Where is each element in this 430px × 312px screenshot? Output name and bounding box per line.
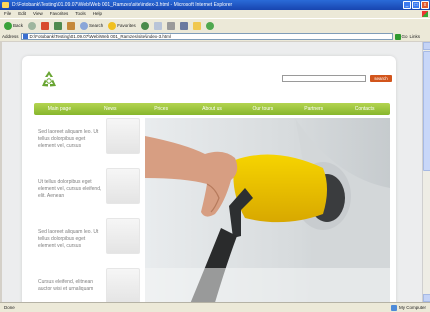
address-label: Address — [2, 34, 19, 39]
go-button[interactable]: Go — [394, 33, 408, 40]
edit-button[interactable] — [179, 21, 189, 31]
address-field[interactable]: D:\Fotobank\Testing\01.09.07\Web\Web 001… — [20, 33, 393, 40]
news-text: Sed laoreet aliquam leo. Ut tellus dolor… — [38, 129, 99, 149]
go-label: Go — [401, 34, 408, 39]
minimize-button[interactable]: _ — [403, 1, 411, 9]
hero-image-fuel-nozzle — [145, 118, 390, 302]
menu-tools[interactable]: Tools — [75, 10, 86, 18]
window-title-bar: D:\Fotobank\Testing\01.09.07\Web\Web 001… — [0, 0, 430, 10]
links-label[interactable]: Links — [410, 34, 421, 39]
close-button[interactable]: x — [421, 1, 429, 9]
menu-edit[interactable]: Edit — [18, 10, 26, 18]
nav-contacts[interactable]: Contacts — [339, 103, 390, 115]
news-thumbnail[interactable] — [106, 168, 140, 204]
news-thumbnail[interactable] — [106, 218, 140, 254]
windows-logo-icon — [422, 11, 428, 17]
edit-page-icon — [179, 21, 188, 30]
stop-button[interactable] — [40, 21, 50, 31]
messenger-icon — [205, 21, 214, 30]
nav-prices[interactable]: Prices — [136, 103, 187, 115]
folder-button[interactable] — [192, 21, 202, 31]
messenger-button[interactable] — [205, 21, 215, 31]
back-button[interactable]: Back — [3, 21, 24, 31]
recycle-logo-icon[interactable] — [39, 70, 59, 88]
news-text: Cursus eleifend, elitnean auctor wisi et… — [38, 279, 94, 292]
scroll-down-arrow-icon[interactable] — [423, 294, 430, 302]
search-label: Search — [89, 23, 104, 28]
site-nav: Main page News Prices About us Our tours… — [34, 103, 390, 115]
stop-icon — [41, 21, 50, 30]
nav-our-tours[interactable]: Our tours — [237, 103, 288, 115]
back-arrow-icon — [4, 21, 12, 30]
status-text: Done — [4, 305, 15, 310]
address-bar: Address D:\Fotobank\Testing\01.09.07\Web… — [0, 32, 430, 41]
zone-label: My Computer — [398, 305, 426, 310]
menu-bar: File Edit View Favorites Tools Help — [0, 10, 430, 18]
mail-button[interactable] — [153, 21, 163, 31]
printer-icon — [166, 21, 175, 30]
search-button[interactable]: Search — [79, 21, 104, 31]
menu-favorites[interactable]: Favorites — [50, 10, 69, 18]
address-url: D:\Fotobank\Testing\01.09.07\Web\Web 001… — [29, 34, 171, 39]
home-button[interactable] — [66, 21, 76, 31]
news-item: Ut tellus dolorpibus eget element vel, c… — [36, 168, 144, 208]
ie-app-icon — [2, 2, 9, 8]
scroll-thumb[interactable] — [423, 51, 430, 171]
nav-about-us[interactable]: About us — [187, 103, 238, 115]
favorites-button[interactable]: Favorites — [107, 21, 137, 31]
window-controls: _ □ x — [403, 1, 429, 9]
print-button[interactable] — [166, 21, 176, 31]
news-text: Ut tellus dolorpibus eget element vel, c… — [38, 179, 102, 199]
page-icon — [22, 34, 28, 39]
menu-view[interactable]: View — [33, 10, 43, 18]
go-arrow-icon — [394, 33, 401, 40]
refresh-icon — [54, 21, 63, 30]
home-icon — [67, 21, 76, 30]
status-bar: Done My Computer — [0, 302, 430, 312]
news-item: Sed laoreet aliquam leo. Ut tellus dolor… — [36, 218, 144, 258]
forward-button[interactable] — [27, 21, 37, 31]
fuel-nozzle-illustration — [145, 118, 390, 302]
maximize-button[interactable]: □ — [412, 1, 420, 9]
site-search-input[interactable] — [282, 75, 366, 82]
forward-arrow-icon — [28, 21, 37, 30]
site-search-button[interactable]: search — [370, 75, 392, 82]
vertical-scrollbar[interactable] — [422, 42, 430, 302]
star-icon — [108, 21, 117, 30]
menu-file[interactable]: File — [4, 10, 11, 18]
nav-news[interactable]: News — [85, 103, 136, 115]
page-viewport: search Main page News Prices About us Ou… — [2, 42, 422, 302]
news-text: Sed laoreet aliquam leo. Ut tellus dolor… — [38, 229, 99, 249]
news-item: Sed laoreet aliquam leo. Ut tellus dolor… — [36, 118, 144, 158]
history-button[interactable] — [140, 21, 150, 31]
folder-icon — [192, 21, 201, 30]
nav-partners[interactable]: Partners — [288, 103, 339, 115]
news-thumbnail[interactable] — [106, 118, 140, 154]
computer-icon — [390, 305, 397, 311]
mail-icon — [153, 21, 162, 30]
menu-help[interactable]: Help — [93, 10, 102, 18]
site-container: search Main page News Prices About us Ou… — [22, 56, 396, 302]
news-column: Sed laoreet aliquam leo. Ut tellus dolor… — [36, 118, 144, 302]
refresh-button[interactable] — [53, 21, 63, 31]
history-icon — [140, 21, 149, 30]
scroll-up-arrow-icon[interactable] — [423, 42, 430, 50]
favorites-label: Favorites — [117, 23, 136, 28]
nav-main-page[interactable]: Main page — [34, 103, 85, 115]
news-item: Cursus eleifend, elitnean auctor wisi et… — [36, 268, 144, 302]
news-thumbnail[interactable] — [106, 268, 140, 302]
toolbar: Back Search Favorites — [0, 18, 430, 32]
security-zone: My Computer — [390, 303, 426, 312]
back-label: Back — [13, 23, 24, 28]
search-icon — [80, 21, 89, 30]
window-title: D:\Fotobank\Testing\01.09.07\Web\Web 001… — [12, 2, 233, 8]
